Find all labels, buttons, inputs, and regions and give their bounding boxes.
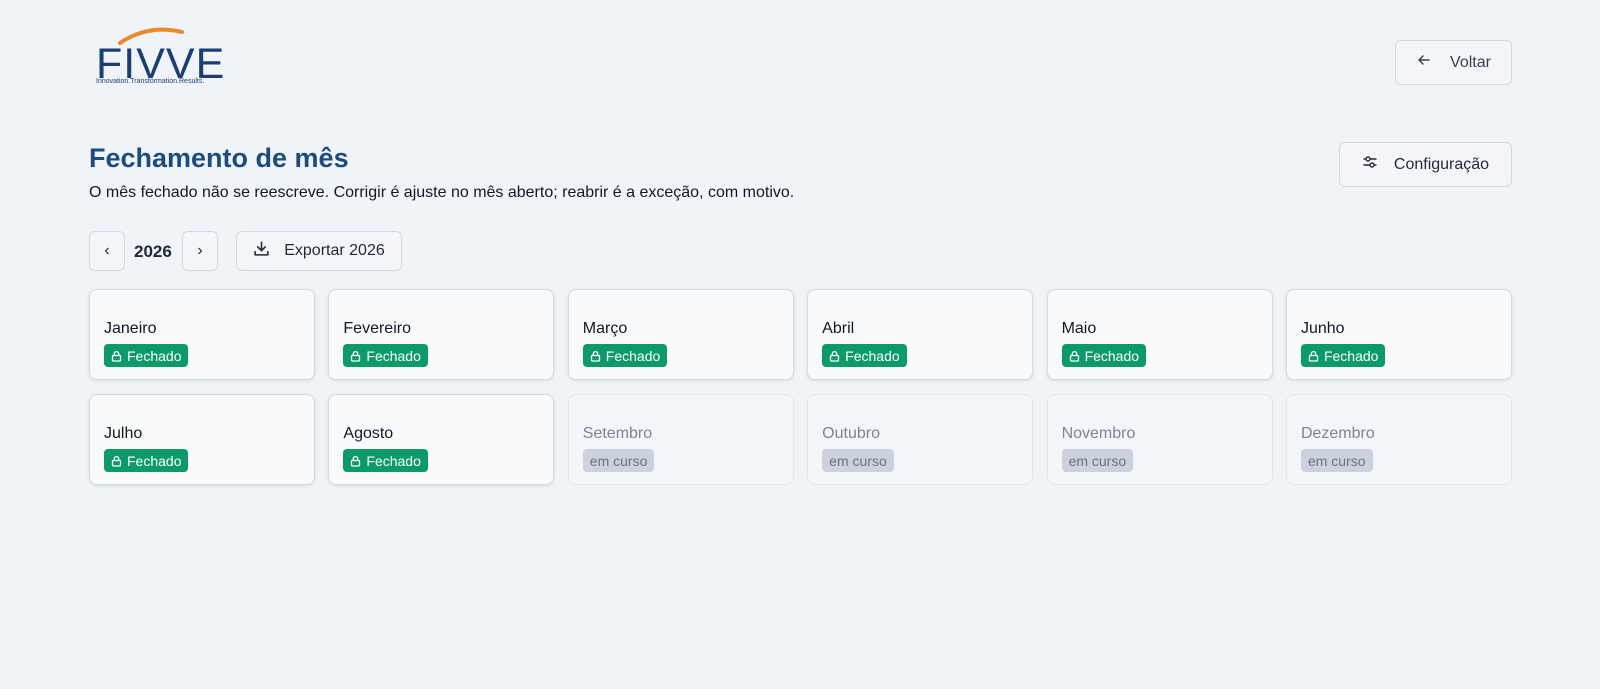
lock-icon	[111, 455, 122, 467]
status-badge: em curso	[822, 449, 894, 472]
logo-tagline: Innovation.Transformation.Results.	[96, 78, 205, 85]
lock-icon	[350, 350, 361, 362]
month-card[interactable]: Outubro em curso	[807, 394, 1034, 485]
month-card[interactable]: Fevereiro Fechado	[328, 289, 555, 380]
lock-icon	[350, 455, 361, 467]
month-card[interactable]: Dezembro em curso	[1285, 394, 1512, 485]
status-badge: em curso	[1300, 449, 1373, 472]
month-card[interactable]: Julho Fechado	[89, 394, 315, 485]
month-name: Setembro	[582, 425, 653, 442]
month-name: Fevereiro	[343, 320, 411, 337]
lock-icon	[111, 350, 122, 362]
back-button[interactable]: Voltar	[1395, 40, 1512, 85]
export-button[interactable]: Exportar 2026	[236, 231, 402, 271]
status-badge: Fechado	[1061, 344, 1147, 367]
month-name: Outubro	[822, 425, 880, 442]
status-label: em curso	[1068, 452, 1127, 469]
sliders-icon	[1362, 154, 1378, 175]
lock-icon	[590, 350, 601, 362]
status-badge: Fechado	[343, 344, 428, 367]
month-name: Novembro	[1061, 425, 1136, 442]
months-grid: Janeiro Fechado Fevereiro Fechado Março Fecha…	[89, 289, 1512, 485]
status-label: em curso	[1307, 452, 1366, 469]
status-label: Fechado	[845, 347, 900, 364]
status-label: em curso	[829, 452, 887, 469]
download-icon	[253, 240, 270, 262]
month-name: Julho	[104, 425, 143, 442]
export-button-label: Exportar 2026	[284, 242, 385, 259]
month-card[interactable]: Maio Fechado	[1046, 289, 1273, 380]
config-button[interactable]: Configuração	[1339, 142, 1512, 187]
lock-icon	[1308, 350, 1319, 362]
config-button-label: Configuração	[1393, 155, 1490, 173]
month-name: Dezembro	[1300, 425, 1375, 442]
status-badge: Fechado	[822, 344, 907, 367]
status-label: Fechado	[366, 347, 421, 364]
month-card[interactable]: Agosto Fechado	[328, 394, 555, 485]
page-title: Fechamento de mês	[89, 143, 349, 173]
status-badge: Fechado	[104, 344, 189, 367]
status-badge: em curso	[582, 449, 655, 472]
lock-icon	[1069, 350, 1080, 362]
month-name: Junho	[1300, 320, 1345, 337]
month-card[interactable]: Setembro em curso	[567, 394, 794, 485]
status-badge: Fechado	[582, 344, 668, 367]
status-badge: Fechado	[104, 449, 189, 472]
month-card[interactable]: Junho Fechado	[1285, 289, 1512, 380]
month-name: Abril	[822, 320, 855, 337]
month-name: Agosto	[343, 425, 394, 442]
status-label: Fechado	[1084, 347, 1140, 364]
status-badge: Fechado	[1300, 344, 1386, 367]
page-subtitle: O mês fechado não se reescreve. Corrigir…	[89, 184, 795, 201]
back-button-label: Voltar	[1450, 53, 1491, 71]
month-card[interactable]: Janeiro Fechado	[89, 289, 315, 380]
lock-icon	[829, 350, 840, 362]
brand-logo: FIVVE Innovation.Transformation.Results.	[96, 26, 224, 88]
month-card[interactable]: Março Fechado	[567, 289, 794, 380]
month-card[interactable]: Abril Fechado	[807, 289, 1034, 380]
status-label: Fechado	[366, 452, 421, 469]
status-label: em curso	[589, 452, 648, 469]
month-name: Janeiro	[104, 320, 157, 337]
status-badge: Fechado	[343, 449, 428, 472]
status-label: Fechado	[127, 347, 182, 364]
status-label: Fechado	[605, 347, 661, 364]
prev-year-button[interactable]: ‹	[89, 231, 125, 271]
status-badge: em curso	[1061, 449, 1134, 472]
arrow-left-icon	[1416, 52, 1432, 73]
month-card[interactable]: Novembro em curso	[1046, 394, 1273, 485]
month-name: Março	[582, 320, 628, 337]
status-label: Fechado	[1323, 347, 1379, 364]
year-label: 2026	[134, 242, 172, 261]
next-year-button[interactable]: ›	[182, 231, 218, 271]
month-name: Maio	[1061, 320, 1097, 337]
status-label: Fechado	[127, 452, 182, 469]
